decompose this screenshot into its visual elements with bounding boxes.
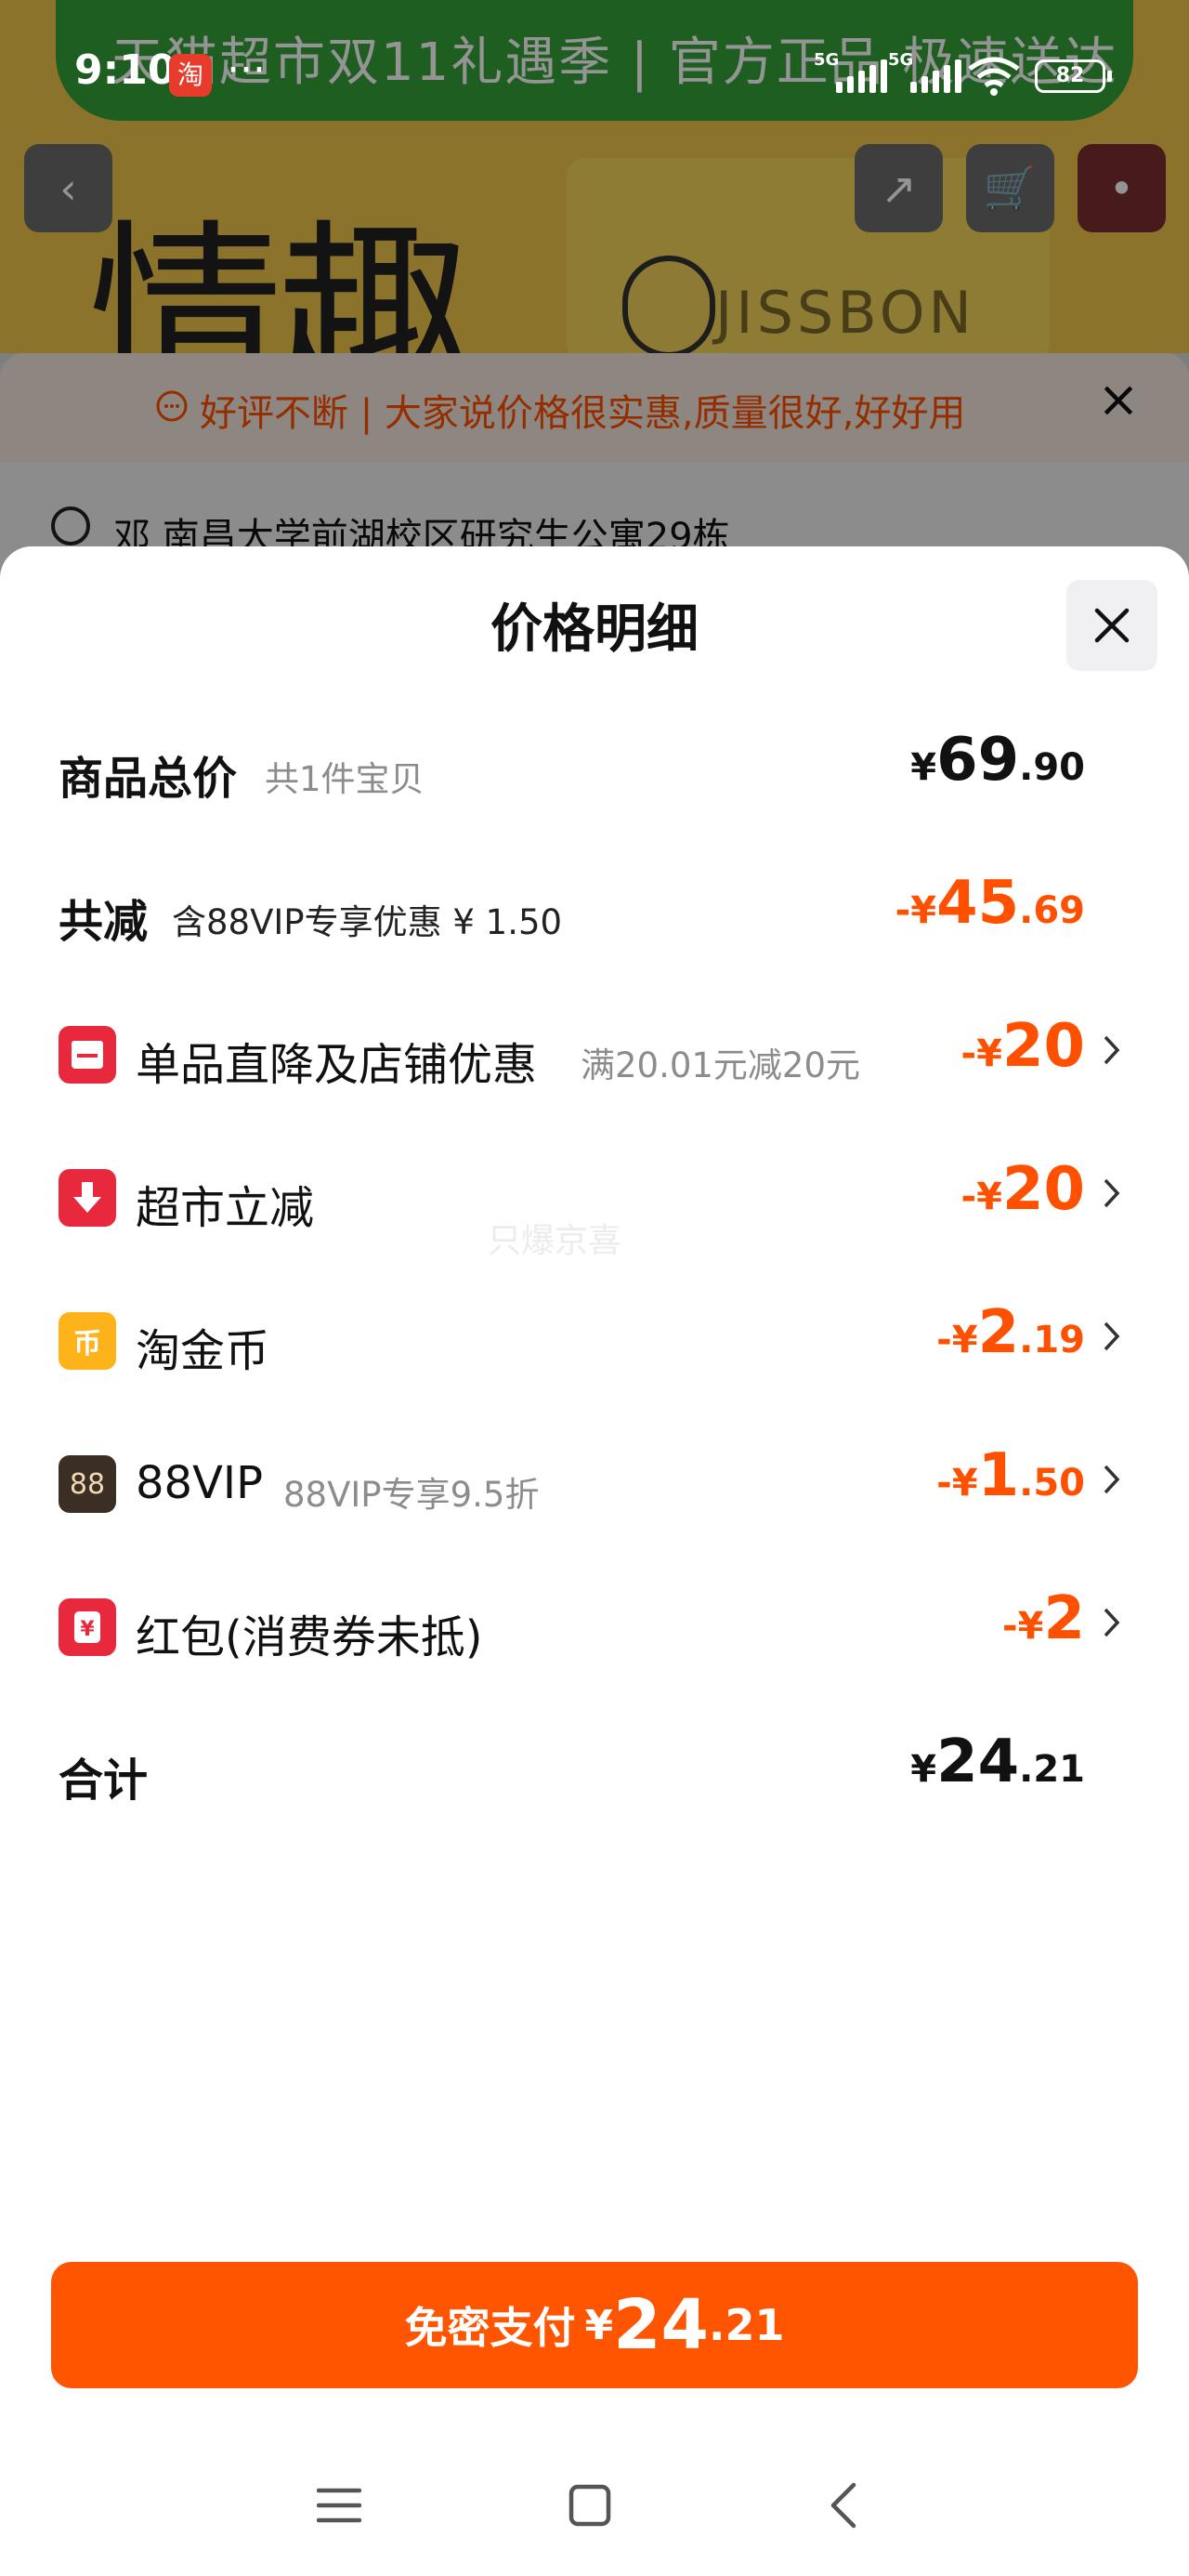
red-packet-icon: ¥	[59, 1598, 116, 1656]
back-nav-button[interactable]	[806, 2468, 881, 2543]
more-notifications-icon: ···	[227, 46, 266, 94]
row-label: 红包(消费券未抵)	[136, 1611, 483, 1663]
row-sum: 合计 ¥24.21	[0, 1725, 1189, 1818]
home-nav-button[interactable]	[553, 2468, 627, 2543]
row-88vip[interactable]: 88 88VIP 88VIP专享9.5折 -¥1.50	[0, 1439, 1189, 1531]
row-store-discount[interactable]: 单品直降及店铺优惠 满20.01元减20元 -¥20	[0, 1009, 1189, 1102]
coin-icon: 币	[59, 1312, 116, 1370]
taobao-app-icon: 淘	[169, 54, 212, 97]
row-amount: -¥20	[960, 1012, 1086, 1081]
row-amount: ¥24.21	[910, 1728, 1085, 1796]
chevron-right-icon	[1104, 1178, 1120, 1208]
status-time: 9:10	[74, 46, 176, 94]
row-red-packet[interactable]: ¥ 红包(消费券未抵) -¥2	[0, 1582, 1189, 1675]
row-sub: 含88VIP专享优惠 ¥ 1.50	[172, 902, 563, 942]
chevron-right-icon	[1104, 1035, 1120, 1065]
row-label: 淘金币	[136, 1325, 270, 1377]
chevron-right-icon	[1104, 1321, 1120, 1351]
home-square-icon	[568, 2484, 611, 2527]
row-sub: 满20.01元减20元	[581, 1045, 861, 1085]
row-sub: 共1件宝贝	[265, 759, 425, 799]
price-detail-sheet: 价格明细 商品总价 共1件宝贝 ¥69.90 共减 含88VIP专享优惠 ¥ 1…	[0, 546, 1189, 2576]
status-bar: 9:10 淘 ··· 5G 5G 82	[0, 46, 1189, 112]
chevron-right-icon	[1104, 1465, 1120, 1494]
menu-nav-button[interactable]	[302, 2468, 376, 2543]
battery-icon: 82	[1035, 59, 1112, 93]
down-arrow-icon	[59, 1169, 116, 1227]
watermark: 只爆京喜	[488, 1222, 622, 1260]
pay-amount-dec: .21	[709, 2300, 785, 2350]
row-label: 合计	[59, 1755, 149, 1807]
svg-text:¥: ¥	[80, 1618, 95, 1641]
row-label: 单品直降及店铺优惠	[136, 1039, 538, 1091]
menu-icon	[317, 2488, 361, 2523]
close-button[interactable]	[1066, 580, 1157, 671]
vip-icon: 88	[59, 1455, 116, 1513]
pay-button[interactable]: 免密支付 ¥ 24 .21	[51, 2262, 1138, 2388]
wifi-icon	[968, 57, 1020, 96]
system-nav-bar	[0, 2461, 1189, 2554]
row-total-price: 商品总价 共1件宝贝 ¥69.90	[0, 723, 1189, 816]
row-label: 共减	[59, 896, 149, 948]
close-icon	[1094, 608, 1130, 643]
row-taojinbi[interactable]: 币 淘金币 -¥2.19	[0, 1295, 1189, 1388]
store-icon	[59, 1026, 116, 1084]
signal-icon-1	[836, 59, 887, 93]
row-label: 商品总价	[59, 753, 238, 805]
chevron-right-icon	[1104, 1608, 1120, 1637]
sheet-title: 价格明细	[490, 599, 699, 660]
row-amount: -¥20	[960, 1155, 1086, 1224]
pay-currency: ¥	[584, 2301, 614, 2349]
signal-icon-2	[910, 59, 961, 93]
pay-button-label: 免密支付	[404, 2303, 576, 2353]
row-amount: -¥2	[1002, 1584, 1085, 1653]
row-amount: -¥2.19	[936, 1298, 1085, 1367]
row-amount: ¥69.90	[910, 726, 1085, 795]
row-total-discount: 共减 含88VIP专享优惠 ¥ 1.50 -¥45.69	[0, 866, 1189, 959]
row-label: 超市立减	[136, 1182, 315, 1234]
pay-amount-int: 24	[613, 2285, 710, 2365]
row-amount: -¥1.50	[936, 1441, 1085, 1510]
back-chevron-icon	[830, 2482, 856, 2529]
row-sub: 88VIP专享9.5折	[283, 1475, 540, 1515]
row-label: 88VIP	[136, 1457, 264, 1509]
row-amount: -¥45.69	[895, 869, 1085, 938]
